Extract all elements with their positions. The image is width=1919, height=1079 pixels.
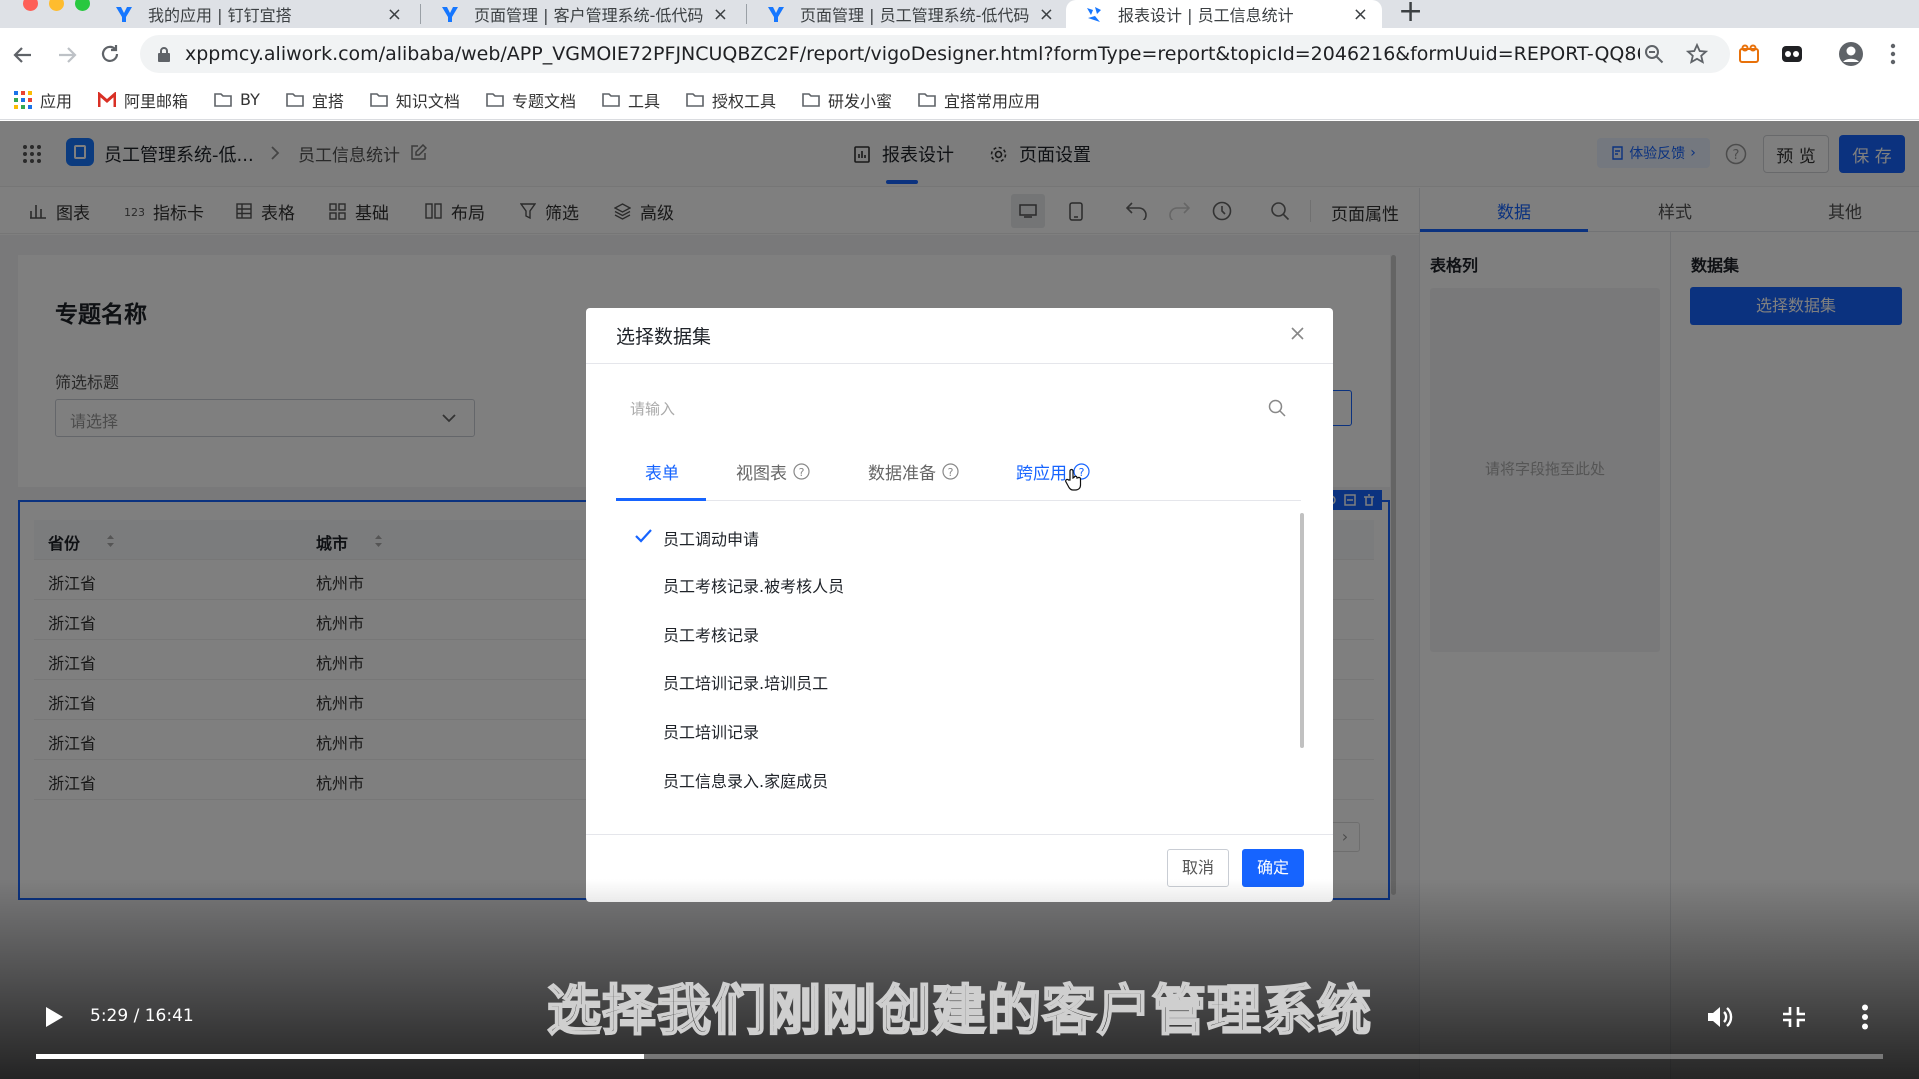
- bookmarks-bar: 应用 阿里邮箱 BY 宜搭 知识文档 专题文档 工具 授权工具 研发小蜜 宜搭常…: [0, 80, 1919, 120]
- dataset-item[interactable]: 员工考核记录.被考核人员: [663, 573, 844, 597]
- url-text[interactable]: xppmcy.aliwork.com/alibaba/web/APP_VGMOI…: [185, 35, 1640, 73]
- hand-cursor-icon: [1065, 468, 1082, 491]
- address-bar[interactable]: xppmcy.aliwork.com/alibaba/web/APP_VGMOI…: [140, 35, 1730, 73]
- tab-data-prep[interactable]: 数据准备 ?: [868, 459, 959, 484]
- browser-tab-active[interactable]: 报表设计 | 员工信息统计 ×: [1066, 0, 1382, 28]
- new-tab-button[interactable]: +: [1398, 0, 1423, 29]
- active-tab-indicator: [616, 498, 706, 501]
- video-progress-fill: [36, 1054, 644, 1059]
- search-placeholder: 请输入: [630, 400, 676, 418]
- bookmark-folder[interactable]: 授权工具: [686, 88, 776, 112]
- search-icon[interactable]: [1268, 399, 1286, 417]
- profile-avatar-icon[interactable]: [1838, 41, 1864, 67]
- lock-icon: [158, 47, 170, 62]
- dataset-search-input[interactable]: 请输入: [616, 387, 1301, 429]
- dataset-item[interactable]: 员工考核记录: [663, 622, 759, 646]
- folder-icon: [918, 93, 936, 107]
- browser-tab[interactable]: 我的应用 | 钉钉宜搭 ×: [96, 0, 416, 28]
- close-tab-icon[interactable]: ×: [1350, 4, 1368, 25]
- help-icon: ?: [942, 463, 959, 480]
- bookmark-folder[interactable]: 宜搭常用应用: [918, 88, 1040, 112]
- bookmark-folder[interactable]: 专题文档: [486, 88, 576, 112]
- mail-logo-icon: [98, 91, 117, 107]
- folder-icon: [286, 93, 304, 107]
- yida-logo-icon: [768, 7, 784, 22]
- tab-views[interactable]: 视图表 ?: [736, 459, 810, 484]
- help-icon: ?: [793, 463, 810, 480]
- bookmark-folder[interactable]: 宜搭: [286, 88, 344, 112]
- bookmark-apps[interactable]: 应用: [14, 88, 72, 112]
- folder-icon: [214, 93, 232, 107]
- folder-icon: [370, 93, 388, 107]
- folder-icon: [486, 93, 504, 107]
- folder-icon: [802, 93, 820, 107]
- list-scrollbar[interactable]: [1300, 513, 1304, 748]
- browser-tab-strip: 我的应用 | 钉钉宜搭 × 页面管理 | 客户管理系统-低代码 × 页面管理 |…: [0, 0, 1919, 29]
- folder-icon: [686, 93, 704, 107]
- bookmark-folder[interactable]: BY: [214, 90, 260, 109]
- browser-tab[interactable]: 页面管理 | 员工管理系统-低代码 ×: [748, 0, 1068, 28]
- report-favicon-icon: [1087, 7, 1101, 22]
- video-progress-track[interactable]: [36, 1054, 1883, 1059]
- yida-logo-icon: [116, 7, 132, 22]
- minimize-window-button[interactable]: [49, 0, 64, 11]
- select-dataset-dialog: 选择数据集 请输入 表单 视图表 ? 数据准备 ? 跨应用 ? 员工调动申请 员…: [586, 308, 1333, 902]
- forward-arrow-icon[interactable]: [56, 44, 78, 66]
- check-icon: [635, 529, 652, 543]
- folder-icon: [602, 93, 620, 107]
- yida-logo-icon: [442, 7, 458, 22]
- dataset-item[interactable]: 员工培训记录: [663, 719, 759, 743]
- close-window-button[interactable]: [23, 0, 38, 11]
- exit-fullscreen-icon[interactable]: [1782, 1006, 1806, 1028]
- bookmark-folder[interactable]: 知识文档: [370, 88, 460, 112]
- browser-menu-icon[interactable]: [1889, 43, 1897, 65]
- bookmark-folder[interactable]: 研发小蜜: [802, 88, 892, 112]
- browser-toolbar: xppmcy.aliwork.com/alibaba/web/APP_VGMOI…: [0, 28, 1919, 80]
- zoom-icon[interactable]: [1644, 44, 1664, 64]
- dataset-item[interactable]: 员工信息录入.家庭成员: [663, 768, 828, 792]
- bookmark-star-icon[interactable]: [1686, 43, 1708, 65]
- apps-grid-icon: [14, 90, 32, 109]
- browser-tab[interactable]: 页面管理 | 客户管理系统-低代码 ×: [422, 0, 742, 28]
- tab-divider: [420, 4, 421, 24]
- dataset-item[interactable]: 员工培训记录.培训员工: [663, 670, 828, 694]
- more-options-icon[interactable]: [1861, 1004, 1869, 1030]
- extension-icon[interactable]: [1781, 44, 1803, 64]
- close-tab-icon[interactable]: ×: [710, 4, 728, 25]
- bookmark-mail[interactable]: 阿里邮箱: [98, 88, 188, 112]
- close-icon[interactable]: [1290, 326, 1305, 341]
- maximize-window-button[interactable]: [75, 0, 90, 11]
- reload-icon[interactable]: [99, 43, 121, 65]
- dataset-item-selected[interactable]: 员工调动申请: [663, 526, 759, 550]
- tab-forms[interactable]: 表单: [645, 459, 679, 484]
- bookmark-folder[interactable]: 工具: [602, 88, 660, 112]
- tab-divider: [746, 4, 747, 24]
- video-subtitle: 选择我们刚刚创建的客户管理系统: [546, 978, 1372, 1043]
- close-tab-icon[interactable]: ×: [384, 4, 402, 25]
- back-arrow-icon[interactable]: [12, 44, 34, 66]
- volume-icon[interactable]: [1706, 1004, 1736, 1030]
- dataset-type-tabs: 表单 视图表 ? 数据准备 ? 跨应用 ?: [616, 443, 1301, 501]
- svg-text:?: ?: [948, 466, 954, 479]
- extension-icon[interactable]: [1738, 44, 1760, 64]
- divider: [586, 363, 1333, 364]
- video-time: 5:29 / 16:41: [90, 1006, 194, 1026]
- svg-text:?: ?: [799, 466, 805, 479]
- divider: [586, 834, 1333, 835]
- close-tab-icon[interactable]: ×: [1036, 4, 1054, 25]
- play-icon[interactable]: [44, 1006, 64, 1028]
- dialog-title: 选择数据集: [616, 326, 712, 348]
